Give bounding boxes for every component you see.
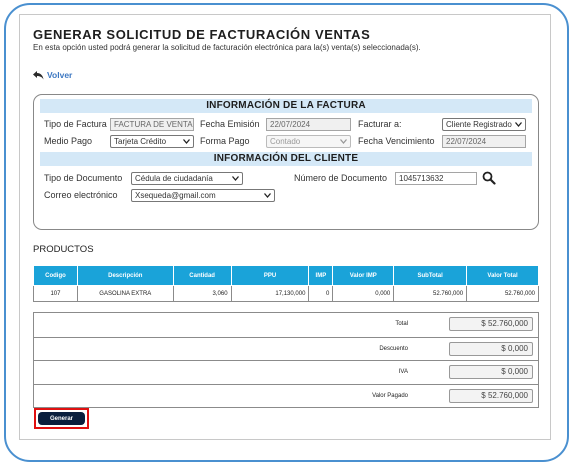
total-value[interactable]: $ 52.760,000 <box>449 317 533 331</box>
correo-label: Correo electrónico <box>44 190 118 200</box>
table-header-row: Codigo Descripción Cantidad PPU IMP Valo… <box>33 265 539 286</box>
products-table: Codigo Descripción Cantidad PPU IMP Valo… <box>33 265 539 302</box>
cell-imp: 0 <box>308 285 334 302</box>
facturar-a-value: Cliente Registrado <box>446 120 512 129</box>
col-header-descripcion: Descripción <box>76 265 174 286</box>
numero-documento-input[interactable]: 1045713632 <box>395 172 477 185</box>
medio-pago-label: Medio Pago <box>44 136 93 146</box>
invoice-form: INFORMACIÓN DE LA FACTURA Tipo de Factur… <box>33 94 539 230</box>
col-header-subtotal: SubTotal <box>393 265 468 286</box>
descuento-label: Descuento <box>379 345 408 352</box>
fecha-emision-label: Fecha Emisión <box>200 119 260 129</box>
totals-row-iva: IVA $ 0,000 <box>34 360 538 384</box>
cell-cantidad: 3,060 <box>172 285 232 302</box>
forma-pago-label: Forma Pago <box>200 136 250 146</box>
table-row: 107 GASOLINA EXTRA 3,060 17,130,000 0 0,… <box>33 285 539 302</box>
tipo-factura-label: Tipo de Factura <box>44 119 107 129</box>
forma-pago-value: Contado <box>270 137 301 146</box>
products-heading: PRODUCTOS <box>33 244 94 255</box>
tipo-documento-value: Cédula de ciudadanía <box>135 174 213 183</box>
col-header-ppu: PPU <box>230 265 310 286</box>
totals-row-total: Total $ 52.760,000 <box>34 313 538 337</box>
chevron-down-icon <box>515 122 522 127</box>
iva-label: IVA <box>398 369 408 375</box>
tipo-factura-field[interactable]: FACTURA DE VENTA <box>110 118 194 131</box>
col-header-codigo: Codigo <box>33 265 78 286</box>
numero-documento-label: Número de Documento <box>294 173 388 183</box>
descuento-value[interactable]: $ 0,000 <box>449 341 533 356</box>
chevron-down-icon <box>183 139 190 144</box>
cell-descripcion: GASOLINA EXTRA <box>76 285 174 302</box>
cell-valor-total: 52.760,000 <box>466 285 539 302</box>
chevron-down-icon <box>340 139 347 144</box>
cell-valor-imp: 0,000 <box>332 285 395 302</box>
medio-pago-value: Tarjeta Crédito <box>114 137 167 146</box>
valor-pagado-value[interactable]: $ 52.760,000 <box>449 388 533 403</box>
totals-row-valor-pagado: Valor Pagado $ 52.760,000 <box>34 383 538 408</box>
chevron-down-icon <box>264 193 271 198</box>
totals-panel: Total $ 52.760,000 Descuento $ 0,000 IVA… <box>33 312 539 408</box>
col-header-cantidad: Cantidad <box>172 265 232 286</box>
facturar-a-select[interactable]: Cliente Registrado <box>442 118 526 131</box>
cell-codigo: 107 <box>33 285 78 302</box>
cell-ppu: 17,130,000 <box>230 285 310 302</box>
generate-button[interactable]: Generar <box>38 412 85 425</box>
back-arrow-icon <box>33 70 44 80</box>
valor-pagado-label: Valor Pagado <box>372 392 408 399</box>
main-panel: GENERAR SOLICITUD DE FACTURACIÓN VENTAS … <box>19 14 551 440</box>
forma-pago-select[interactable]: Contado <box>266 135 351 148</box>
back-label: Volver <box>47 70 73 80</box>
fecha-emision-field[interactable]: 22/07/2024 <box>266 118 351 131</box>
correo-select[interactable]: Xsequeda@gmail.com <box>131 189 275 202</box>
page-title: GENERAR SOLICITUD DE FACTURACIÓN VENTAS <box>33 27 371 42</box>
page-subtitle: En esta opción usted podrá generar la so… <box>33 43 421 52</box>
col-header-imp: IMP <box>308 265 334 286</box>
col-header-valor-imp: Valor IMP <box>332 265 395 286</box>
col-header-valor-total: Valor Total <box>466 265 539 286</box>
search-icon <box>482 171 496 185</box>
totals-row-descuento: Descuento $ 0,000 <box>34 336 538 361</box>
search-button[interactable] <box>482 171 496 190</box>
correo-value: Xsequeda@gmail.com <box>135 191 216 200</box>
fecha-vencimiento-label: Fecha Vencimiento <box>358 136 435 146</box>
facturar-a-label: Facturar a: <box>358 119 402 129</box>
tipo-documento-label: Tipo de Documento <box>44 173 123 183</box>
client-section-title: INFORMACIÓN DEL CLIENTE <box>40 152 532 166</box>
fecha-vencimiento-field[interactable]: 22/07/2024 <box>442 135 526 148</box>
tipo-documento-select[interactable]: Cédula de ciudadanía <box>131 172 243 185</box>
invoice-section-title: INFORMACIÓN DE LA FACTURA <box>40 99 532 113</box>
back-link[interactable]: Volver <box>33 70 72 80</box>
chevron-down-icon <box>232 176 239 181</box>
cell-subtotal: 52.760,000 <box>393 285 468 302</box>
medio-pago-select[interactable]: Tarjeta Crédito <box>110 135 194 148</box>
iva-value[interactable]: $ 0,000 <box>449 365 533 379</box>
total-label: Total <box>395 321 408 327</box>
generate-button-highlight: Generar <box>34 408 89 429</box>
